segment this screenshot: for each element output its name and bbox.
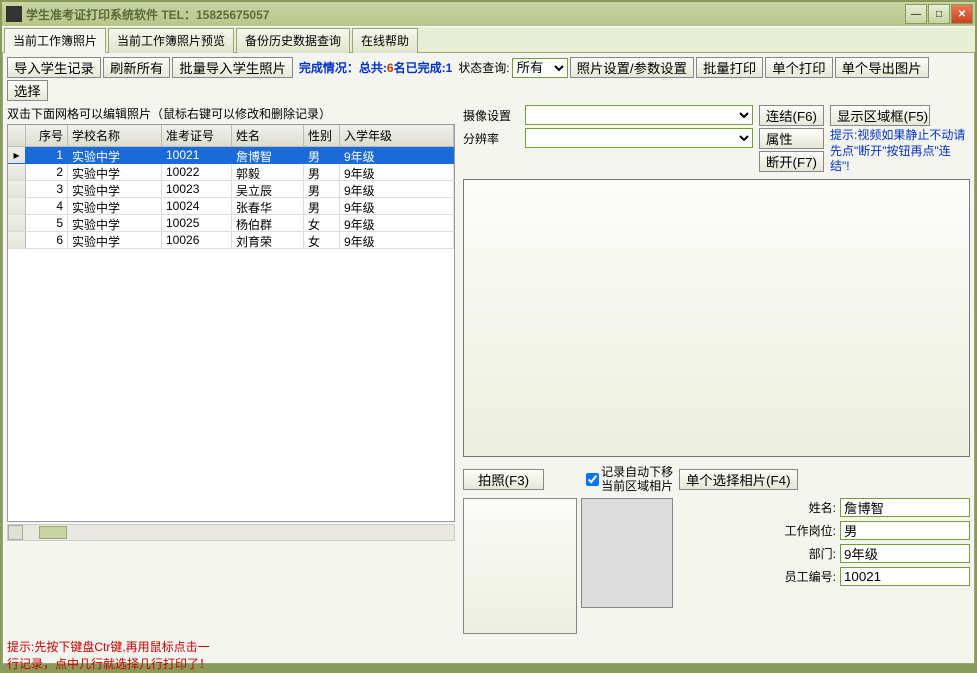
bulk-print-button[interactable]: 批量打印: [696, 57, 763, 78]
status-query-select[interactable]: 所有: [512, 58, 568, 78]
tab-bar: 当前工作簿照片当前工作簿照片预览备份历史数据查询在线帮助: [2, 26, 975, 52]
job-field[interactable]: [840, 521, 970, 540]
auto-move-checkbox[interactable]: 记录自动下移当前区域相片: [586, 465, 673, 494]
tab-2[interactable]: 备份历史数据查询: [236, 28, 350, 53]
tab-0[interactable]: 当前工作簿照片: [4, 28, 106, 53]
col-name: 姓名: [232, 125, 304, 147]
tab-1[interactable]: 当前工作簿照片预览: [108, 28, 234, 53]
multi-select-tip: 提示:先按下键盘Ctr键,再用鼠标点击一行记录，点中几行就选择几行打印了！: [7, 639, 455, 673]
name-label: 姓名:: [774, 499, 836, 516]
col-seq: 序号: [26, 125, 68, 147]
single-print-button[interactable]: 单个打印: [765, 57, 832, 78]
resolution-select[interactable]: [525, 128, 753, 148]
table-row[interactable]: 4实验中学10024张春华男9年级: [8, 198, 454, 215]
query-label: 状态查询:: [458, 59, 509, 76]
col-exam: 准考证号: [162, 125, 232, 147]
grid-hint: 双击下面网格可以编辑照片（鼠标右键可以修改和删除记录）: [7, 105, 455, 122]
connect-button[interactable]: 连结(F6): [759, 105, 824, 126]
video-preview: [463, 179, 970, 457]
window-title: 学生准考证打印系统软件 TEL：15825675057: [26, 6, 269, 23]
app-icon: [6, 6, 22, 22]
photo-settings-button[interactable]: 照片设置/参数设置: [570, 57, 694, 78]
attr-button[interactable]: 属性: [759, 128, 824, 149]
camera-device-label: 摄像设置: [463, 107, 519, 124]
video-tip: 提示:视频如果静止不动请先点"断开"按钮再点"连结"!: [830, 128, 970, 175]
col-grade: 入学年级: [340, 125, 454, 147]
maximize-button[interactable]: □: [928, 4, 950, 24]
col-school: 学校名称: [68, 125, 162, 147]
emp-field[interactable]: [840, 567, 970, 586]
grid-hscroll[interactable]: [7, 524, 455, 541]
table-row[interactable]: 6实验中学10026刘育荣女9年级: [8, 232, 454, 249]
table-row[interactable]: 2实验中学10022郭毅男9年级: [8, 164, 454, 181]
shoot-button[interactable]: 拍照(F3): [463, 469, 544, 490]
toolbar: 导入学生记录 刷新所有 批量导入学生照片 完成情况：总共:6名已完成:1 状态查…: [7, 57, 970, 101]
single-export-button[interactable]: 单个导出图片: [835, 57, 929, 78]
camera-device-select[interactable]: [525, 105, 753, 125]
table-row[interactable]: 3实验中学10023吴立辰男9年级: [8, 181, 454, 198]
photo-slot-large: [463, 498, 577, 634]
dept-label: 部门:: [774, 545, 836, 562]
bulk-import-button[interactable]: 批量导入学生照片: [172, 57, 293, 78]
tab-3[interactable]: 在线帮助: [352, 28, 418, 53]
photo-slot-small: [581, 498, 673, 608]
col-sex: 性别: [304, 125, 340, 147]
status-label: 完成情况：总共:6名已完成:1: [299, 59, 452, 76]
table-row[interactable]: ▸1实验中学10021詹博智男9年级: [8, 147, 454, 164]
student-grid[interactable]: 序号 学校名称 准考证号 姓名 性别 入学年级 ▸1实验中学10021詹博智男9…: [7, 124, 455, 522]
titlebar: 学生准考证打印系统软件 TEL：15825675057 — □ ✕: [2, 2, 975, 26]
minimize-button[interactable]: —: [905, 4, 927, 24]
single-photo-button[interactable]: 单个选择相片(F4): [679, 469, 797, 490]
dept-field[interactable]: [840, 544, 970, 563]
close-button[interactable]: ✕: [951, 4, 973, 24]
name-field[interactable]: [840, 498, 970, 517]
emp-label: 员工编号:: [774, 568, 836, 585]
disconnect-button[interactable]: 断开(F7): [759, 151, 824, 172]
table-row[interactable]: 5实验中学10025杨伯群女9年级: [8, 215, 454, 232]
show-area-button[interactable]: 显示区域框(F5): [830, 105, 930, 126]
choose-button[interactable]: 选择: [7, 80, 48, 101]
resolution-label: 分辨率: [463, 130, 519, 147]
job-label: 工作岗位:: [774, 522, 836, 539]
refresh-button[interactable]: 刷新所有: [103, 57, 170, 78]
import-button[interactable]: 导入学生记录: [7, 57, 101, 78]
